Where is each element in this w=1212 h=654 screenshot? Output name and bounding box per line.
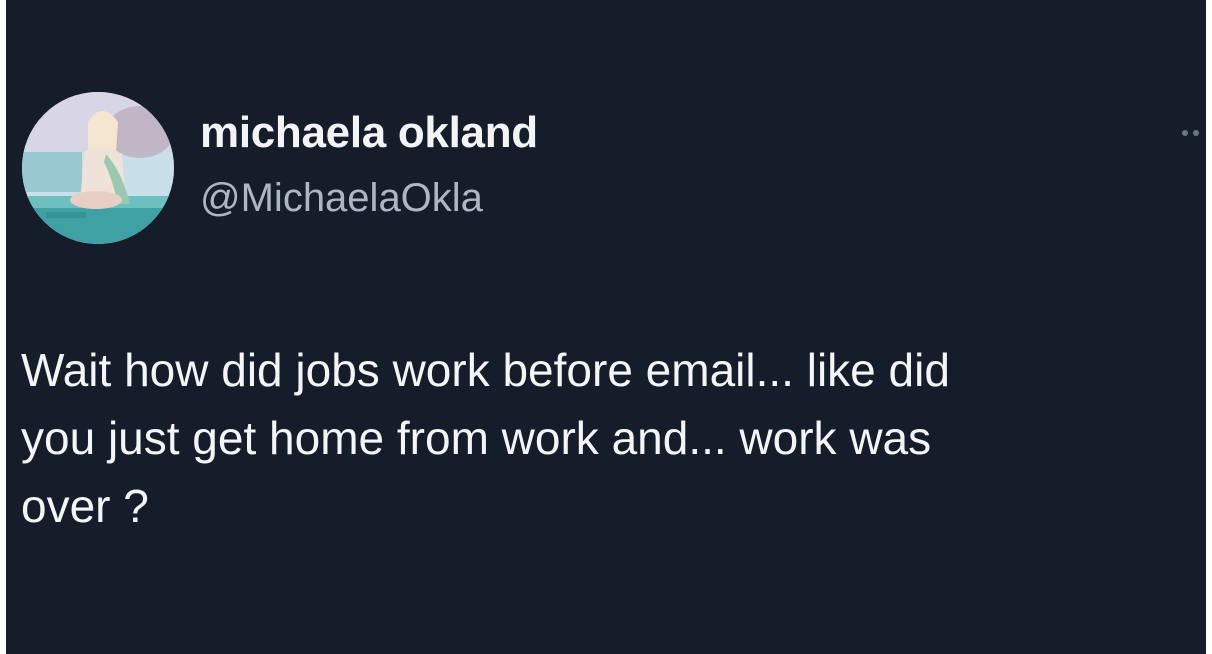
tweet-card: michaela okland @MichaelaOkla Wait how d… xyxy=(6,0,1206,654)
more-dot xyxy=(1192,130,1199,136)
tweet-text-line: you just get home from work and... work … xyxy=(21,412,932,464)
tweet-text-line: over ? xyxy=(21,480,149,532)
display-name[interactable]: michaela okland xyxy=(200,108,538,158)
more-dot xyxy=(1181,130,1188,136)
user-handle[interactable]: @MichaelaOkla xyxy=(200,176,483,221)
more-options-icon[interactable] xyxy=(1174,120,1206,146)
tweet-text: Wait how did jobs work before email... l… xyxy=(21,336,1201,540)
avatar[interactable] xyxy=(22,92,174,244)
tweet-text-line: Wait how did jobs work before email... l… xyxy=(21,344,950,396)
avatar-image xyxy=(22,92,174,244)
